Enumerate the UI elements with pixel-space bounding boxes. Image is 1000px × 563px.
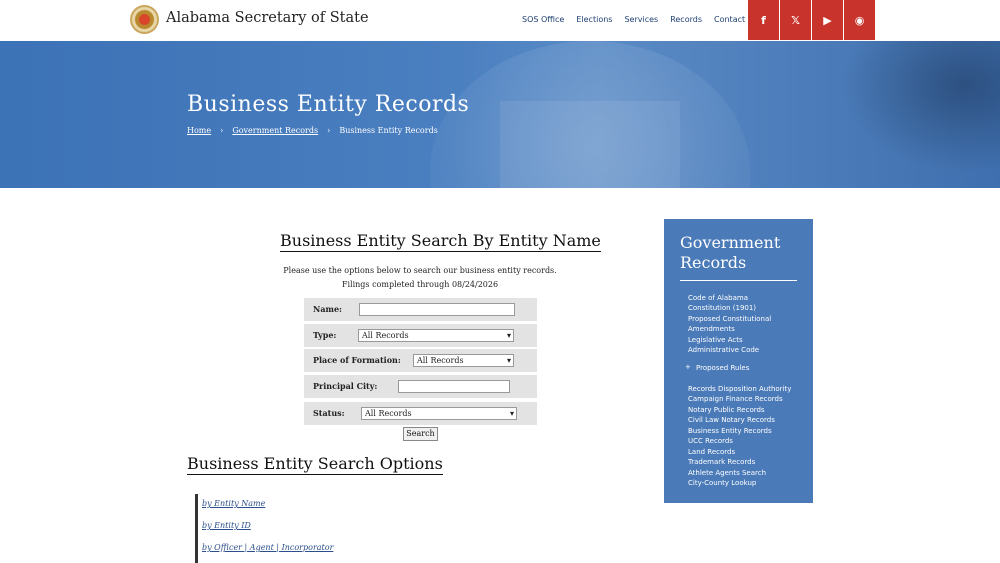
chevron-right-icon: › — [327, 126, 331, 135]
sidebar-item-notary-public[interactable]: Notary Public Records — [688, 405, 765, 415]
sidebar-item-code-of-alabama[interactable]: Code of Alabama — [688, 293, 748, 303]
sidebar-title-line1: Government — [680, 233, 781, 252]
breadcrumb: Home › Government Records › Business Ent… — [187, 126, 438, 135]
breadcrumb-current: Business Entity Records — [339, 126, 438, 135]
type-row: Type: All Records — [304, 324, 537, 347]
tree-silhouette-image — [820, 41, 1000, 188]
sidebar-item-administrative-code[interactable]: Administrative Code — [688, 345, 759, 355]
filings-date-text: Filings completed through 08/24/2026 — [341, 280, 499, 289]
formation-row: Place of Formation: All Records — [304, 349, 537, 372]
capitol-columns-image — [500, 101, 680, 188]
rss-icon[interactable]: ◉ — [844, 0, 875, 40]
sidebar-item-civil-law-notary[interactable]: Civil Law Notary Records — [688, 415, 775, 425]
sidebar-item-land[interactable]: Land Records — [688, 447, 735, 457]
formation-select[interactable]: All Records — [413, 354, 514, 367]
state-seal-logo[interactable] — [130, 5, 159, 34]
status-select[interactable]: All Records — [361, 407, 517, 420]
sidebar-item-ucc[interactable]: UCC Records — [688, 436, 733, 446]
sidebar-item-amendments[interactable]: Amendments — [688, 324, 735, 334]
sidebar-item-constitution[interactable]: Constitution (1901) — [688, 303, 756, 313]
sidebar-item-campaign-finance[interactable]: Campaign Finance Records — [688, 394, 783, 404]
sidebar: Government Records Code of Alabama Const… — [664, 219, 813, 503]
search-intro: Please use the options below to search o… — [270, 264, 570, 292]
option-by-entity-id[interactable]: by Entity ID — [202, 521, 251, 530]
social-links: f 𝕏 ▶ ◉ — [748, 0, 875, 40]
breadcrumb-government-records[interactable]: Government Records — [232, 126, 318, 135]
sidebar-title-line2: Records — [680, 253, 747, 272]
search-button[interactable]: Search — [403, 427, 438, 441]
option-by-entity-name[interactable]: by Entity Name — [202, 499, 265, 508]
sidebar-item-legislative-acts[interactable]: Legislative Acts — [688, 335, 743, 345]
nav-contact[interactable]: Contact — [714, 15, 745, 24]
status-row: Status: All Records — [304, 402, 537, 425]
city-label: Principal City: — [313, 381, 378, 391]
facebook-icon[interactable]: f — [748, 0, 779, 40]
formation-label: Place of Formation: — [313, 355, 401, 365]
hero-banner: Business Entity Records Home › Governmen… — [0, 41, 1000, 188]
sidebar-item-city-county-lookup[interactable]: City-County Lookup — [688, 478, 756, 488]
status-label: Status: — [313, 408, 345, 418]
type-label: Type: — [313, 330, 337, 340]
nav-sos-office[interactable]: SOS Office — [522, 15, 564, 24]
page-title: Business Entity Records — [187, 92, 470, 117]
options-list-rule — [195, 494, 198, 563]
sidebar-item-records-disposition[interactable]: Records Disposition Authority — [688, 384, 791, 394]
name-label: Name: — [313, 304, 343, 314]
sidebar-divider — [680, 280, 797, 281]
options-heading: Business Entity Search Options — [187, 454, 443, 475]
sidebar-item-proposed-rules[interactable]: Proposed Rules — [696, 363, 749, 373]
name-row: Name: — [304, 298, 537, 321]
intro-text: Please use the options below to search o… — [283, 266, 557, 275]
city-row: Principal City: — [304, 375, 537, 398]
city-input[interactable] — [398, 380, 510, 393]
breadcrumb-home[interactable]: Home — [187, 126, 211, 135]
sidebar-item-athlete-agents[interactable]: Athlete Agents Search — [688, 468, 766, 478]
x-twitter-icon[interactable]: 𝕏 — [780, 0, 811, 40]
search-heading: Business Entity Search By Entity Name — [280, 231, 601, 252]
type-select[interactable]: All Records — [358, 329, 514, 342]
sidebar-item-proposed-constitutional[interactable]: Proposed Constitutional — [688, 314, 771, 324]
site-title[interactable]: Alabama Secretary of State — [166, 10, 369, 26]
sidebar-title: Government Records — [680, 233, 780, 273]
site-header: Alabama Secretary of State SOS Office El… — [0, 0, 1000, 41]
nav-elections[interactable]: Elections — [576, 15, 612, 24]
nav-services[interactable]: Services — [624, 15, 658, 24]
sidebar-item-business-entity[interactable]: Business Entity Records — [688, 426, 772, 436]
sidebar-item-trademark[interactable]: Trademark Records — [688, 457, 755, 467]
youtube-icon[interactable]: ▶ — [812, 0, 843, 40]
plus-icon: + — [685, 363, 691, 371]
option-by-officer-agent[interactable]: by Officer | Agent | Incorporator — [202, 543, 333, 552]
chevron-right-icon: › — [220, 126, 224, 135]
main-nav: SOS Office Elections Services Records Co… — [522, 15, 745, 24]
nav-records[interactable]: Records — [670, 15, 702, 24]
name-input[interactable] — [359, 303, 515, 316]
